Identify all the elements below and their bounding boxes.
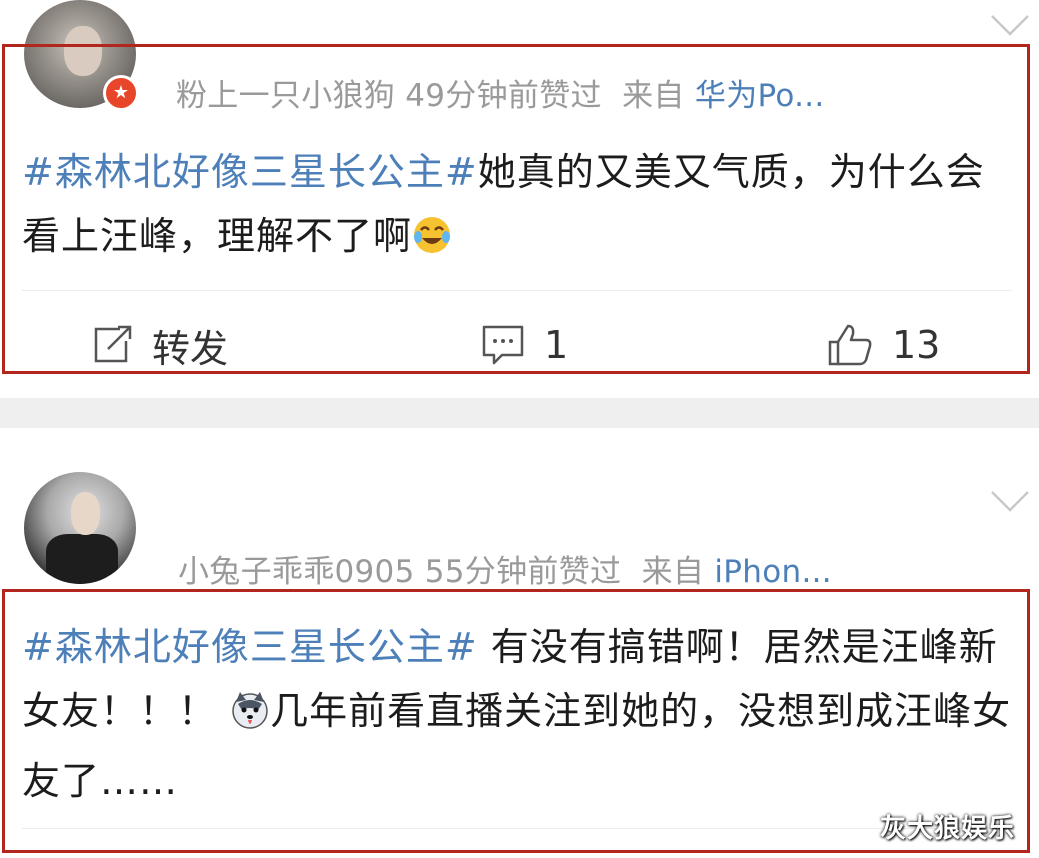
username[interactable]: 小兔子乖乖0905 [178, 554, 415, 590]
watermark: 灰大狼娱乐 [880, 814, 1016, 844]
from-label: 来自 [641, 554, 705, 590]
liked-time: 55分钟前赞过 [424, 554, 622, 590]
highlight-box-1 [2, 44, 1030, 374]
user-avatar-2[interactable] [24, 472, 136, 584]
post-meta-2: 小兔子乖乖0905 55分钟前赞过 来自 iPhon... [178, 546, 832, 591]
feed-separator [0, 398, 1039, 428]
chevron-down-icon[interactable] [990, 14, 1030, 36]
avatar-face [71, 492, 101, 535]
chevron-down-icon[interactable] [990, 490, 1030, 512]
highlight-box-2 [2, 589, 1030, 853]
device-source[interactable]: iPhon... [714, 554, 832, 590]
avatar-body [46, 533, 119, 584]
